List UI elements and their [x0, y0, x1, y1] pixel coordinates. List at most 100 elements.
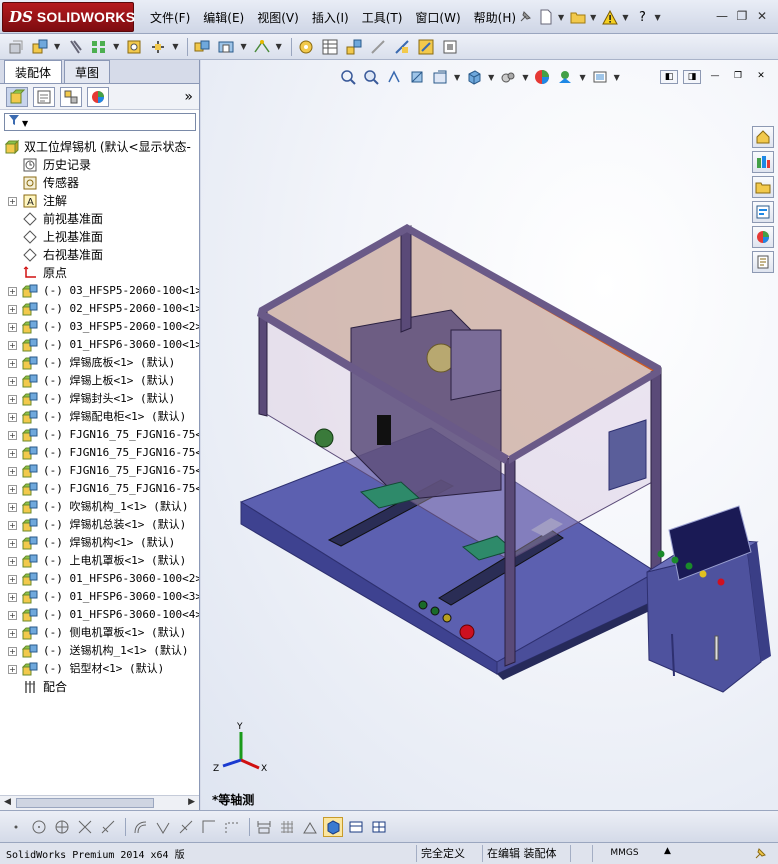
tree-item-component[interactable]: + (-) 焊锡机总装<1> (默认)	[0, 516, 199, 534]
convert-entities-icon[interactable]	[153, 817, 173, 837]
tree-item-component[interactable]: + (-) 铝型材<1> (默认)	[0, 660, 199, 678]
expand-plus-icon[interactable]: +	[8, 413, 17, 422]
insert-component-icon[interactable]	[30, 37, 50, 57]
tab-assembly[interactable]: 装配体	[4, 60, 63, 83]
trim-icon[interactable]	[75, 817, 95, 837]
tree-item-component[interactable]: + (-) 01_HFSP6-3060-100<1>	[0, 336, 199, 354]
menu-window[interactable]: 窗口(W)	[415, 9, 460, 26]
move-component-icon[interactable]	[148, 37, 168, 57]
show-hidden-components-icon[interactable]	[192, 37, 212, 57]
menu-view[interactable]: 视图(V)	[257, 9, 299, 26]
tree-item-component[interactable]: + (-) 上电机罩板<1> (默认)	[0, 552, 199, 570]
expand-plus-icon[interactable]: +	[8, 323, 17, 332]
assembly-features-icon[interactable]	[216, 37, 236, 57]
open-folder-icon[interactable]	[569, 8, 587, 26]
tree-item-component[interactable]: + (-) 01_HFSP6-3060-100<3>	[0, 588, 199, 606]
restore-icon[interactable]: ❐	[732, 8, 752, 24]
chevron-down-icon[interactable]: ▼	[276, 42, 282, 51]
expand-plus-icon[interactable]: +	[8, 611, 17, 620]
chevron-down-icon[interactable]: ▼	[54, 42, 60, 51]
bill-of-materials-icon[interactable]	[320, 37, 340, 57]
scrollbar-thumb[interactable]	[16, 798, 154, 808]
linear-pattern-icon[interactable]	[89, 37, 109, 57]
expand-plus-icon[interactable]: +	[8, 449, 17, 458]
tree-item-component[interactable]: + (-) FJGN16_75_FJGN16-75<4>	[0, 480, 199, 498]
tree-item-component[interactable]: + (-) 送锡机构_1<1> (默认)	[0, 642, 199, 660]
circle-icon[interactable]	[29, 817, 49, 837]
chevron-down-icon[interactable]: ▼	[240, 42, 246, 51]
tree-item-component[interactable]: + (-) FJGN16_75_FJGN16-75<1>	[0, 426, 199, 444]
rapid-sketch-icon[interactable]	[346, 817, 366, 837]
expand-plus-icon[interactable]: +	[8, 575, 17, 584]
expand-panel-icon[interactable]: »	[184, 89, 193, 105]
construction-geometry-icon[interactable]	[222, 817, 242, 837]
tree-item-component[interactable]: + (-) FJGN16_75_FJGN16-75<3>	[0, 462, 199, 480]
interference-detection-icon[interactable]	[392, 37, 412, 57]
assembly-3d-model[interactable]	[201, 60, 778, 810]
tab-sketch[interactable]: 草图	[64, 60, 111, 83]
expand-plus-icon[interactable]: +	[8, 665, 17, 674]
expand-plus-icon[interactable]: +	[8, 521, 17, 530]
status-units[interactable]: MMGS	[592, 845, 652, 862]
polygon-icon[interactable]	[52, 817, 72, 837]
menu-edit[interactable]: 编辑(E)	[203, 9, 244, 26]
expand-plus-icon[interactable]: +	[8, 359, 17, 368]
display-manager-icon[interactable]	[87, 86, 109, 107]
tree-item-component[interactable]: + (-) 焊锡机构<1> (默认)	[0, 534, 199, 552]
tree-item-component[interactable]: + (-) 焊锡底板<1> (默认)	[0, 354, 199, 372]
tree-item-component[interactable]: + (-) 焊锡配电柜<1> (默认)	[0, 408, 199, 426]
edit-component-icon[interactable]	[6, 37, 26, 57]
pin-icon[interactable]	[516, 8, 534, 26]
graphics-area[interactable]: ▼ ▼ ▼ ▼ ▼ ◧ ◨ — ❐ ✕ Y X Z *等轴测	[201, 60, 778, 810]
sketch-fillet-icon[interactable]	[199, 817, 219, 837]
chevron-down-icon[interactable]: ▼	[558, 13, 564, 22]
mate-icon[interactable]	[65, 37, 85, 57]
reference-geometry-icon[interactable]	[252, 37, 272, 57]
help-icon[interactable]: ?	[633, 8, 651, 26]
tree-item-feature[interactable]: 原点	[0, 264, 199, 282]
tree-item-component[interactable]: + (-) 吹锡机构_1<1> (默认)	[0, 498, 199, 516]
tree-item-component[interactable]: + (-) 02_HFSP5-2060-100<1>	[0, 300, 199, 318]
scroll-right-icon[interactable]: ▶	[188, 797, 195, 807]
tree-item-component[interactable]: + (-) FJGN16_75_FJGN16-75<2>	[0, 444, 199, 462]
tree-item-component[interactable]: + (-) 03_HFSP5-2060-100<1>	[0, 282, 199, 300]
expand-plus-icon[interactable]: +	[8, 467, 17, 476]
chevron-down-icon[interactable]: ▼	[113, 42, 119, 51]
expand-plus-icon[interactable]: +	[8, 539, 17, 548]
expand-plus-icon[interactable]: +	[8, 431, 17, 440]
expand-plus-icon[interactable]: +	[8, 647, 17, 656]
tree-item-feature[interactable]: + A 注解	[0, 192, 199, 210]
sketch-point-icon[interactable]	[6, 817, 26, 837]
configuration-manager-icon[interactable]	[60, 86, 82, 107]
expand-plus-icon[interactable]: +	[8, 557, 17, 566]
grid-icon[interactable]	[277, 817, 297, 837]
chevron-down-icon[interactable]: ▼	[172, 42, 178, 51]
expand-plus-icon[interactable]: +	[8, 395, 17, 404]
chevron-down-icon[interactable]: ▼	[622, 13, 628, 22]
tree-item-feature[interactable]: 右视基准面	[0, 246, 199, 264]
sketch-picture-icon[interactable]	[369, 817, 389, 837]
expand-plus-icon[interactable]: +	[8, 341, 17, 350]
units-up-arrow-icon[interactable]: ▲	[664, 846, 671, 856]
menu-file[interactable]: 文件(F)	[150, 9, 190, 26]
tree-root-assembly[interactable]: 双工位焊锡机 (默认<显示状态-	[0, 138, 199, 156]
tree-item-component[interactable]: + (-) 03_HFSP5-2060-100<2>	[0, 318, 199, 336]
smart-fasteners-icon[interactable]	[124, 37, 144, 57]
tree-filter-input[interactable]: ▼	[4, 113, 196, 131]
property-manager-icon[interactable]	[33, 86, 55, 107]
tree-item-component[interactable]: + (-) 01_HFSP6-3060-100<2>	[0, 570, 199, 588]
smart-dimension-icon[interactable]	[254, 817, 274, 837]
help-lifebuoy-icon[interactable]	[754, 846, 768, 863]
scroll-left-icon[interactable]: ◀	[4, 797, 11, 807]
tree-item-feature[interactable]: 传感器	[0, 174, 199, 192]
tree-item-component[interactable]: + (-) 01_HFSP6-3060-100<4>	[0, 606, 199, 624]
solidworks-logo[interactable]: DS SOLIDWORKS	[2, 2, 135, 32]
exploded-view-icon[interactable]	[344, 37, 364, 57]
offset-entities-icon[interactable]	[130, 817, 150, 837]
expand-plus-icon[interactable]: +	[8, 485, 17, 494]
mirror-entities-icon[interactable]	[176, 817, 196, 837]
tree-item-feature[interactable]: 前视基准面	[0, 210, 199, 228]
expand-plus-icon[interactable]: +	[8, 287, 17, 296]
add-relation-icon[interactable]	[300, 817, 320, 837]
expand-plus-icon[interactable]: +	[8, 377, 17, 386]
